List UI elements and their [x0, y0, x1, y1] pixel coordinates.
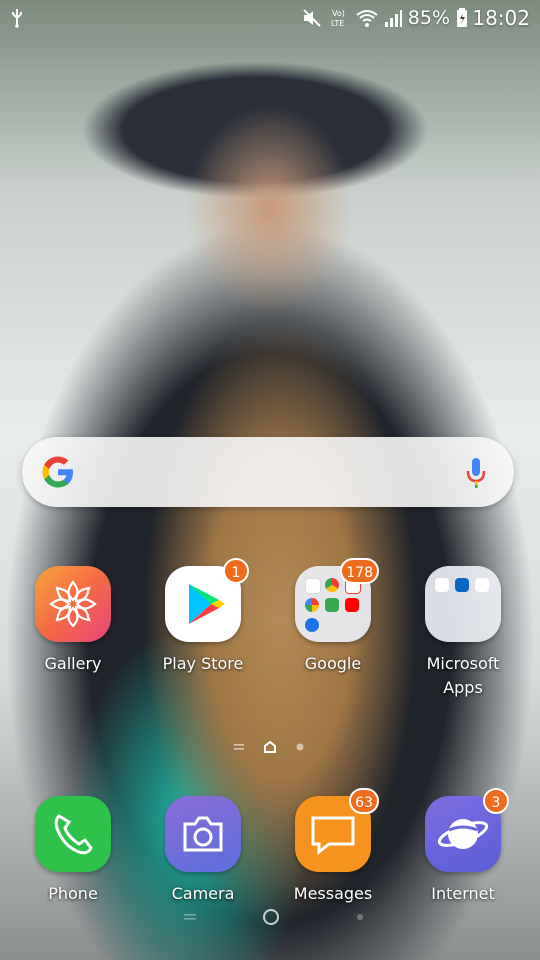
dock-camera[interactable]: Camera: [148, 796, 258, 906]
internet-icon: 3: [425, 788, 509, 872]
mute-icon: [303, 9, 321, 27]
battery-icon: [457, 8, 467, 27]
chrome-mini-icon: [325, 578, 339, 592]
app-label-microsoft-line2: Apps: [443, 678, 483, 697]
battery-percent: 85%: [407, 7, 450, 29]
wifi-icon: [356, 10, 378, 27]
volte-icon: Vo) LTE: [331, 9, 345, 28]
photos-mini-icon: [305, 598, 319, 612]
page-indicator[interactable]: [230, 738, 310, 756]
clock: 18:02: [472, 6, 530, 30]
google-g-icon: [42, 456, 73, 488]
onedrive-mini-icon: [435, 578, 449, 592]
app-label-microsoft-apps: Microsoft Apps: [408, 652, 518, 700]
svg-text:LTE: LTE: [331, 19, 344, 28]
recents-icon[interactable]: [184, 914, 196, 920]
menu-lines-icon: [234, 744, 244, 750]
dock-internet[interactable]: 3 Internet: [408, 788, 518, 906]
page-dot-icon: [296, 743, 304, 751]
badge-messages: 63: [349, 788, 379, 814]
badge-internet: 3: [483, 788, 509, 814]
usb-icon: [12, 9, 22, 28]
duo-mini-icon: [305, 618, 319, 632]
gallery-icon: [35, 566, 111, 642]
folder-google[interactable]: 178 Google: [278, 558, 388, 676]
app-label-gallery: Gallery: [44, 654, 102, 673]
dock-messages[interactable]: 63 Messages: [278, 788, 388, 906]
app-label-google: Google: [304, 654, 362, 673]
navigation-bar: [184, 909, 363, 925]
google-mini-icon: [305, 578, 321, 594]
badge-play-store: 1: [223, 558, 249, 584]
dock-phone[interactable]: Phone: [18, 796, 128, 906]
google-folder-icon: 178: [295, 558, 379, 642]
mic-icon[interactable]: [466, 457, 486, 489]
phone-icon: [35, 796, 111, 872]
app-label-microsoft-line1: Microsoft: [426, 654, 500, 673]
folder-microsoft-apps[interactable]: Microsoft Apps: [408, 566, 518, 700]
camera-icon: [165, 796, 241, 872]
back-icon[interactable]: [357, 914, 363, 920]
youtube-mini-icon: [345, 598, 359, 612]
microsoft-mini-icon: [475, 578, 489, 592]
badge-google: 178: [340, 558, 379, 584]
linkedin-mini-icon: [455, 578, 469, 592]
google-search-bar[interactable]: [22, 437, 514, 507]
app-gallery[interactable]: Gallery: [18, 566, 128, 676]
microsoft-folder-icon: [425, 566, 501, 642]
app-play-store[interactable]: 1 Play Store: [148, 558, 258, 676]
play-store-icon: 1: [165, 558, 249, 642]
home-page-icon: [264, 740, 276, 753]
status-bar: Vo) LTE 85% 18:02: [0, 0, 540, 36]
maps-mini-icon: [325, 598, 339, 612]
messages-icon: 63: [295, 788, 379, 872]
app-label-play-store: Play Store: [162, 654, 244, 673]
home-button-icon[interactable]: [263, 909, 279, 925]
svg-text:Vo): Vo): [332, 9, 345, 18]
signal-icon: [384, 10, 402, 27]
